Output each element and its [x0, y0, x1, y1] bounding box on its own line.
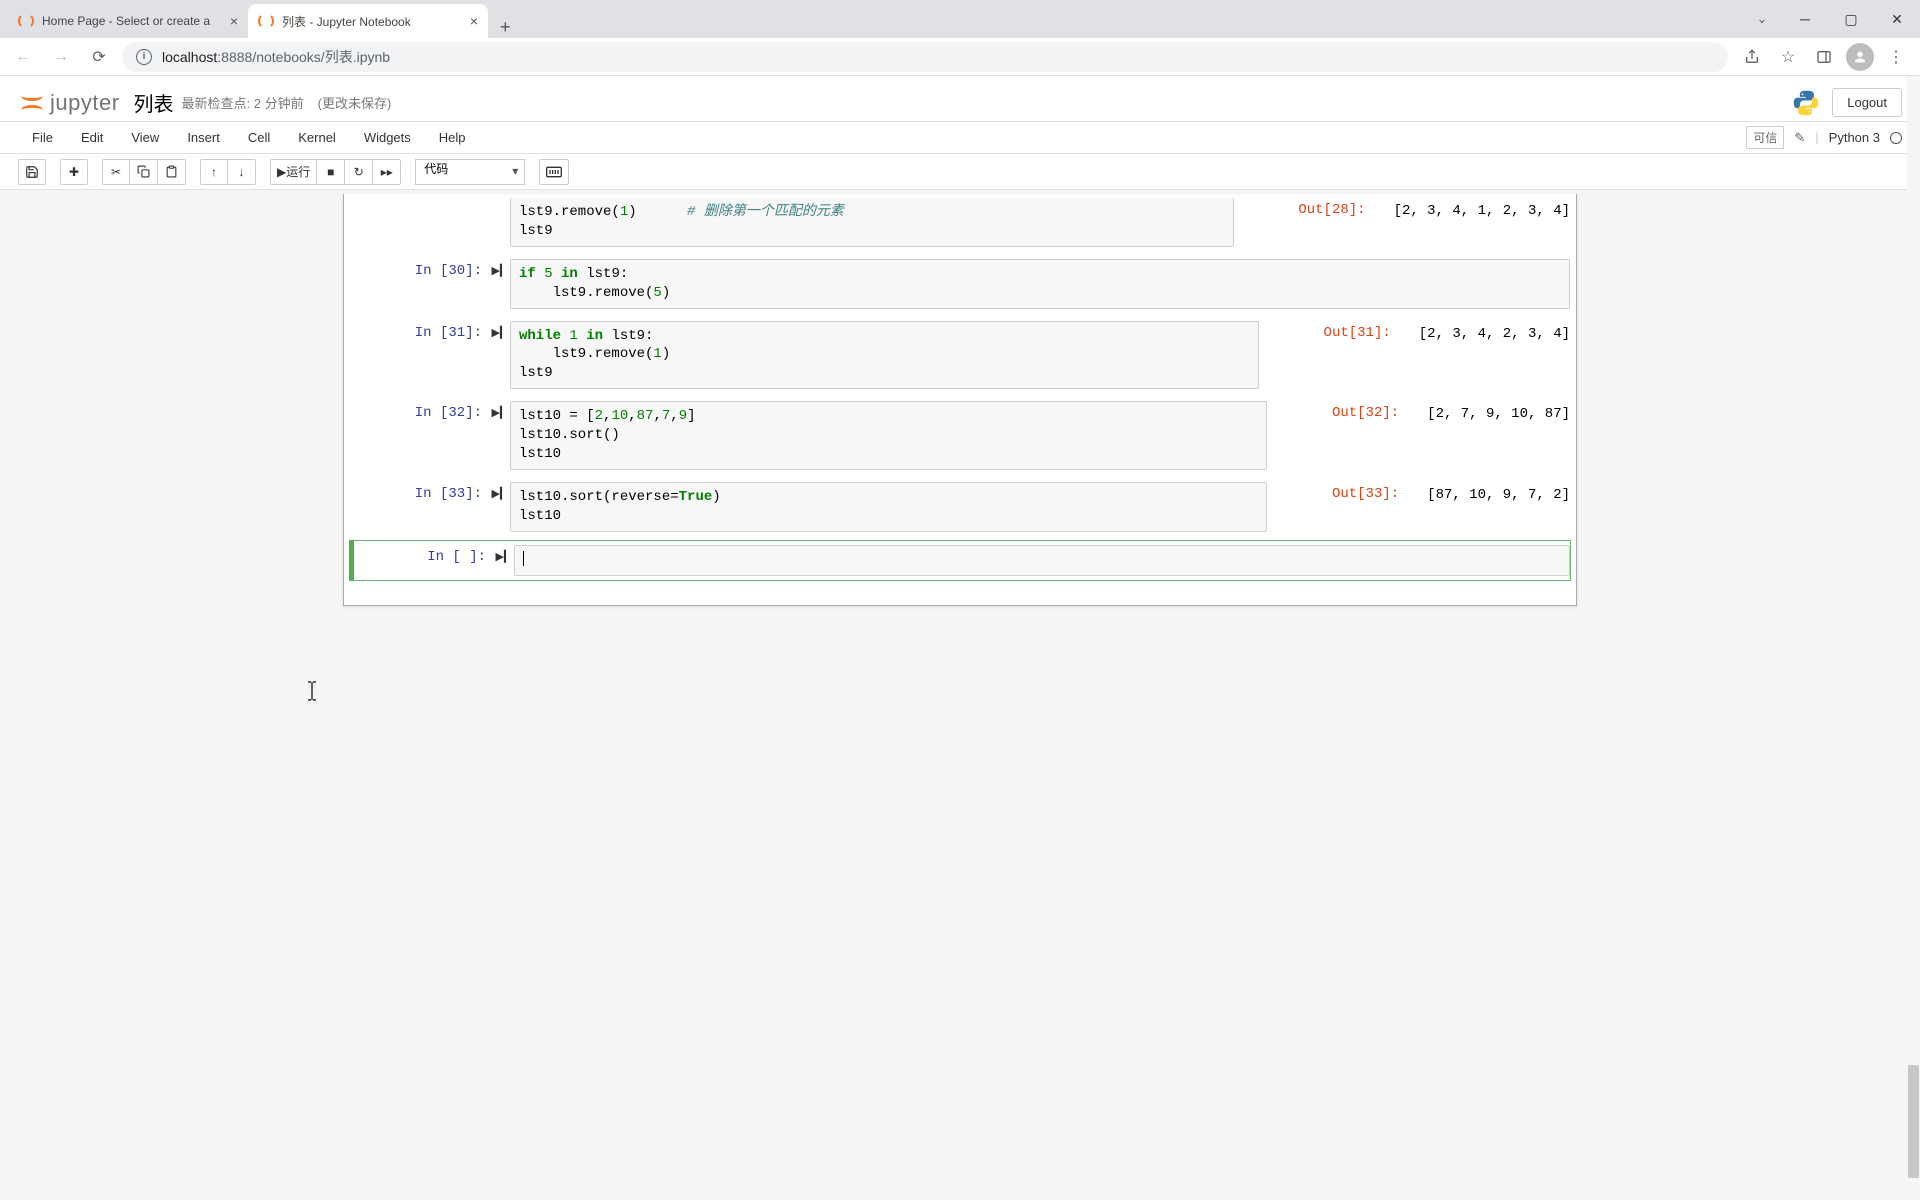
address-bar: ← → ⟳ i localhost:8888/notebooks/列表.ipyn… — [0, 38, 1920, 76]
in-prompt: In [30]: — [350, 259, 490, 309]
menu-help[interactable]: Help — [425, 122, 480, 153]
browser-tab-notebook[interactable]: 列表 - Jupyter Notebook × — [248, 4, 488, 38]
code-input[interactable]: if 5 in lst9: lst9.remove(5) — [510, 259, 1570, 309]
side-panel-icon[interactable] — [1808, 41, 1840, 73]
url-text: localhost:8888/notebooks/列表.ipynb — [162, 47, 390, 67]
menu-insert[interactable]: Insert — [173, 122, 234, 153]
in-prompt: In [33]: — [350, 482, 490, 532]
menu-edit[interactable]: Edit — [67, 122, 117, 153]
close-icon[interactable]: × — [470, 13, 478, 29]
out-prompt: Out[33]: — [1267, 482, 1407, 532]
copy-button[interactable] — [130, 159, 158, 185]
kernel-name[interactable]: Python 3 — [1829, 130, 1880, 145]
code-input[interactable]: lst10.sort(reverse=True) lst10 — [510, 482, 1267, 532]
notebook-name[interactable]: 列表 — [134, 88, 174, 117]
cell-output: [2, 3, 4, 1, 2, 3, 4] — [1394, 198, 1570, 224]
code-input[interactable]: while 1 in lst9: lst9.remove(1) lst9 — [510, 321, 1259, 390]
notebook-page: lst9.remove(1) # 删除第一个匹配的元素 lst9Out[28]:… — [343, 194, 1577, 606]
code-input[interactable]: lst10 = [2,10,87,7,9] lst10.sort() lst10 — [510, 401, 1267, 470]
profile-icon[interactable] — [1844, 41, 1876, 73]
unsaved-status: (更改未保存) — [318, 93, 392, 112]
code-cell[interactable]: In [30]:▶▎if 5 in lst9: lst9.remove(5) — [350, 255, 1570, 313]
out-prompt: Out[28]: — [1234, 198, 1374, 247]
paste-button[interactable] — [158, 159, 186, 185]
trusted-badge[interactable]: 可信 — [1746, 126, 1784, 149]
toolbar: ✚ ✂ ↑ ↓ ▶ 运行 ■ ↻ ▸▸ 代码 — [0, 154, 1920, 190]
restart-run-all-button[interactable]: ▸▸ — [373, 159, 401, 185]
scrollbar-thumb[interactable] — [1908, 1065, 1919, 1177]
menu-widgets[interactable]: Widgets — [350, 122, 425, 153]
site-info-icon[interactable]: i — [136, 49, 152, 65]
run-cell-icon[interactable]: ▶▎ — [490, 321, 510, 390]
jupyter-logo[interactable]: jupyter — [18, 89, 120, 117]
menubar: File Edit View Insert Cell Kernel Widget… — [0, 122, 1920, 154]
menu-kernel[interactable]: Kernel — [284, 122, 350, 153]
menu-view[interactable]: View — [117, 122, 173, 153]
vertical-scrollbar[interactable] — [1907, 76, 1920, 1200]
code-cell[interactable]: In [33]:▶▎lst10.sort(reverse=True) lst10… — [350, 478, 1570, 536]
code-input[interactable]: lst9.remove(1) # 删除第一个匹配的元素 lst9 — [510, 198, 1234, 247]
run-cell-icon[interactable]: ▶▎ — [490, 259, 510, 309]
code-cell[interactable]: lst9.remove(1) # 删除第一个匹配的元素 lst9Out[28]:… — [350, 194, 1570, 251]
code-input[interactable] — [514, 545, 1570, 576]
tab-title: Home Page - Select or create a — [42, 14, 222, 28]
checkpoint-status: 最新检查点: 2 分钟前 — [182, 93, 304, 112]
jupyter-logo-icon — [18, 89, 46, 117]
menu-file[interactable]: File — [18, 122, 67, 153]
code-cell[interactable]: In [31]:▶▎while 1 in lst9: lst9.remove(1… — [350, 317, 1570, 394]
out-prompt: Out[32]: — [1267, 401, 1407, 470]
cut-button[interactable]: ✂ — [102, 159, 130, 185]
close-icon[interactable]: × — [230, 13, 238, 29]
code-cell[interactable]: In [ ]:▶▎ — [349, 540, 1571, 581]
cell-output: [2, 3, 4, 2, 3, 4] — [1419, 321, 1570, 347]
maximize-icon[interactable]: ▢ — [1828, 4, 1874, 34]
logout-button[interactable]: Logout — [1832, 88, 1902, 117]
in-prompt: In [ ]: — [354, 545, 494, 576]
edit-icon[interactable]: ✎ — [1794, 130, 1805, 146]
jupyter-logo-text: jupyter — [50, 90, 120, 116]
move-up-button[interactable]: ↑ — [200, 159, 228, 185]
jupyter-header: jupyter 列表 最新检查点: 2 分钟前 (更改未保存) Logout — [0, 76, 1920, 122]
notebook-scroll-area[interactable]: lst9.remove(1) # 删除第一个匹配的元素 lst9Out[28]:… — [0, 190, 1920, 1200]
menu-cell[interactable]: Cell — [234, 122, 284, 153]
command-palette-button[interactable] — [539, 159, 569, 185]
kernel-idle-icon — [1890, 132, 1902, 144]
minimize-icon[interactable]: ─ — [1782, 4, 1828, 34]
in-prompt: In [32]: — [350, 401, 490, 470]
move-down-button[interactable]: ↓ — [228, 159, 256, 185]
restart-button[interactable]: ↻ — [345, 159, 373, 185]
reload-button[interactable]: ⟳ — [84, 42, 114, 72]
cell-output: [2, 7, 9, 10, 87] — [1427, 401, 1570, 427]
celltype-select[interactable]: 代码 — [415, 159, 525, 185]
cell-output: [87, 10, 9, 7, 2] — [1427, 482, 1570, 508]
interrupt-button[interactable]: ■ — [317, 159, 345, 185]
run-cell-icon[interactable] — [490, 198, 510, 247]
run-cell-icon[interactable]: ▶▎ — [490, 482, 510, 532]
code-cell[interactable]: In [32]:▶▎lst10 = [2,10,87,7,9] lst10.so… — [350, 397, 1570, 474]
python-logo-icon — [1792, 89, 1820, 117]
tab-title: 列表 - Jupyter Notebook — [282, 13, 462, 30]
share-icon[interactable] — [1736, 41, 1768, 73]
back-button[interactable]: ← — [8, 42, 38, 72]
save-button[interactable] — [18, 159, 46, 185]
run-cell-icon[interactable]: ▶▎ — [494, 545, 514, 576]
run-cell-icon[interactable]: ▶▎ — [490, 401, 510, 470]
in-prompt — [350, 198, 490, 247]
jupyter-favicon — [18, 13, 34, 29]
bookmark-icon[interactable]: ☆ — [1772, 41, 1804, 73]
run-button[interactable]: ▶ 运行 — [270, 159, 317, 185]
new-tab-button[interactable]: + — [488, 17, 523, 38]
browser-tab-strip: Home Page - Select or create a × 列表 - Ju… — [0, 0, 1920, 38]
jupyter-favicon — [258, 13, 274, 29]
forward-button[interactable]: → — [46, 42, 76, 72]
browser-tab-home[interactable]: Home Page - Select or create a × — [8, 4, 248, 38]
out-prompt: Out[31]: — [1259, 321, 1399, 390]
in-prompt: In [31]: — [350, 321, 490, 390]
url-input[interactable]: i localhost:8888/notebooks/列表.ipynb — [122, 42, 1728, 72]
close-window-icon[interactable]: ✕ — [1874, 4, 1920, 34]
add-cell-button[interactable]: ✚ — [60, 159, 88, 185]
window-controls: ⌄ ─ ▢ ✕ — [1742, 0, 1920, 38]
tab-search-icon[interactable]: ⌄ — [1742, 11, 1782, 27]
menu-icon[interactable]: ⋮ — [1880, 41, 1912, 73]
